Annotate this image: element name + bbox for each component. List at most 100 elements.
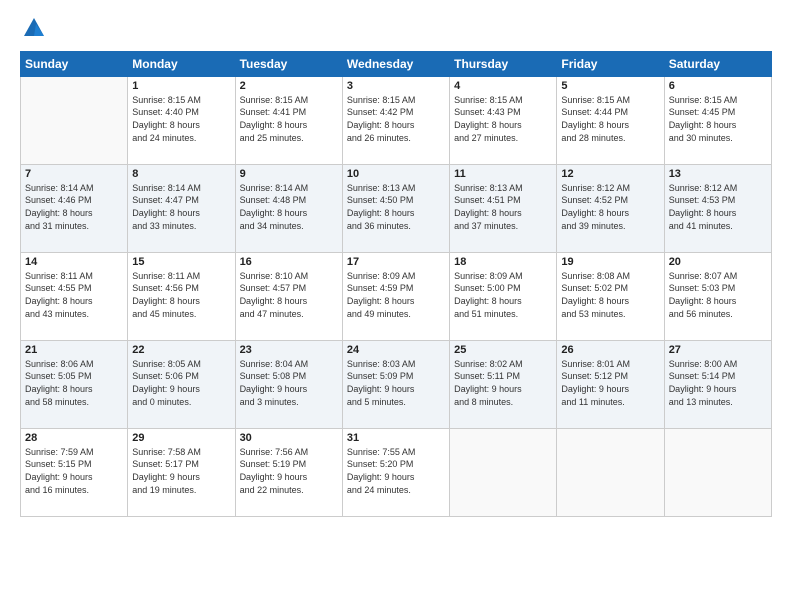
calendar-header-row: SundayMondayTuesdayWednesdayThursdayFrid… <box>21 51 772 76</box>
cell-info: Sunrise: 8:05 AMSunset: 5:06 PMDaylight:… <box>132 358 230 408</box>
calendar-cell <box>557 428 664 516</box>
calendar-cell: 17 Sunrise: 8:09 AMSunset: 4:59 PMDayligh… <box>342 252 449 340</box>
logo-icon <box>22 16 46 40</box>
cell-info: Sunrise: 8:15 AMSunset: 4:43 PMDaylight:… <box>454 94 552 144</box>
cell-info: Sunrise: 8:09 AMSunset: 4:59 PMDaylight:… <box>347 270 445 320</box>
cell-info: Sunrise: 8:12 AMSunset: 4:53 PMDaylight:… <box>669 182 767 232</box>
day-header-saturday: Saturday <box>664 51 771 76</box>
calendar-cell: 3 Sunrise: 8:15 AMSunset: 4:42 PMDaylight… <box>342 76 449 164</box>
day-header-monday: Monday <box>128 51 235 76</box>
day-number: 22 <box>132 344 230 356</box>
calendar-week-row: 1 Sunrise: 8:15 AMSunset: 4:40 PMDaylight… <box>21 76 772 164</box>
cell-info: Sunrise: 8:06 AMSunset: 5:05 PMDaylight:… <box>25 358 123 408</box>
cell-info: Sunrise: 8:15 AMSunset: 4:40 PMDaylight:… <box>132 94 230 144</box>
calendar-week-row: 28Sunrise: 7:59 AMSunset: 5:15 PMDayligh… <box>21 428 772 516</box>
day-number: 15 <box>132 256 230 268</box>
calendar-week-row: 21 Sunrise: 8:06 AMSunset: 5:05 PMDayligh… <box>21 340 772 428</box>
day-number: 3 <box>347 80 445 92</box>
calendar-cell: 18 Sunrise: 8:09 AMSunset: 5:00 PMDayligh… <box>450 252 557 340</box>
day-number: 6 <box>669 80 767 92</box>
cell-info: Sunrise: 8:00 AMSunset: 5:14 PMDaylight:… <box>669 358 767 408</box>
calendar-cell: 19 Sunrise: 8:08 AMSunset: 5:02 PMDayligh… <box>557 252 664 340</box>
cell-info: Sunrise: 8:10 AMSunset: 4:57 PMDaylight:… <box>240 270 338 320</box>
calendar-cell: 16 Sunrise: 8:10 AMSunset: 4:57 PMDayligh… <box>235 252 342 340</box>
calendar-cell: 1 Sunrise: 8:15 AMSunset: 4:40 PMDaylight… <box>128 76 235 164</box>
calendar-cell: 2 Sunrise: 8:15 AMSunset: 4:41 PMDaylight… <box>235 76 342 164</box>
day-number: 13 <box>669 168 767 180</box>
cell-info: Sunrise: 8:14 AMSunset: 4:47 PMDaylight:… <box>132 182 230 232</box>
cell-info: Sunrise: 7:59 AMSunset: 5:15 PMDaylight:… <box>25 446 123 496</box>
cell-info: Sunrise: 8:07 AMSunset: 5:03 PMDaylight:… <box>669 270 767 320</box>
cell-info: Sunrise: 8:04 AMSunset: 5:08 PMDaylight:… <box>240 358 338 408</box>
cell-info: Sunrise: 8:03 AMSunset: 5:09 PMDaylight:… <box>347 358 445 408</box>
day-number: 20 <box>669 256 767 268</box>
calendar-cell: 20 Sunrise: 8:07 AMSunset: 5:03 PMDayligh… <box>664 252 771 340</box>
day-number: 18 <box>454 256 552 268</box>
calendar-cell: 25 Sunrise: 8:02 AMSunset: 5:11 PMDayligh… <box>450 340 557 428</box>
cell-info: Sunrise: 8:12 AMSunset: 4:52 PMDaylight:… <box>561 182 659 232</box>
calendar-cell: 29 Sunrise: 7:58 AMSunset: 5:17 PMDayligh… <box>128 428 235 516</box>
calendar-cell: 28Sunrise: 7:59 AMSunset: 5:15 PMDayligh… <box>21 428 128 516</box>
day-header-sunday: Sunday <box>21 51 128 76</box>
day-number: 27 <box>669 344 767 356</box>
day-number: 23 <box>240 344 338 356</box>
day-number: 29 <box>132 432 230 444</box>
calendar-cell: 8 Sunrise: 8:14 AMSunset: 4:47 PMDaylight… <box>128 164 235 252</box>
day-number: 11 <box>454 168 552 180</box>
cell-info: Sunrise: 8:14 AMSunset: 4:46 PMDaylight:… <box>25 182 123 232</box>
day-number: 31 <box>347 432 445 444</box>
calendar-cell: 7 Sunrise: 8:14 AMSunset: 4:46 PMDaylight… <box>21 164 128 252</box>
calendar-cell: 12Sunrise: 8:12 AMSunset: 4:52 PMDayligh… <box>557 164 664 252</box>
day-number: 1 <box>132 80 230 92</box>
day-number: 17 <box>347 256 445 268</box>
cell-info: Sunrise: 7:55 AMSunset: 5:20 PMDaylight:… <box>347 446 445 496</box>
cell-info: Sunrise: 8:01 AMSunset: 5:12 PMDaylight:… <box>561 358 659 408</box>
calendar-cell: 23 Sunrise: 8:04 AMSunset: 5:08 PMDayligh… <box>235 340 342 428</box>
cell-info: Sunrise: 8:14 AMSunset: 4:48 PMDaylight:… <box>240 182 338 232</box>
cell-info: Sunrise: 8:09 AMSunset: 5:00 PMDaylight:… <box>454 270 552 320</box>
calendar-cell <box>21 76 128 164</box>
calendar-cell: 21 Sunrise: 8:06 AMSunset: 5:05 PMDayligh… <box>21 340 128 428</box>
day-number: 16 <box>240 256 338 268</box>
calendar-cell: 31 Sunrise: 7:55 AMSunset: 5:20 PMDayligh… <box>342 428 449 516</box>
cell-info: Sunrise: 8:13 AMSunset: 4:51 PMDaylight:… <box>454 182 552 232</box>
day-number: 10 <box>347 168 445 180</box>
day-number: 9 <box>240 168 338 180</box>
calendar-cell: 9 Sunrise: 8:14 AMSunset: 4:48 PMDaylight… <box>235 164 342 252</box>
day-number: 2 <box>240 80 338 92</box>
page: SundayMondayTuesdayWednesdayThursdayFrid… <box>0 0 792 612</box>
day-number: 8 <box>132 168 230 180</box>
calendar-cell: 4 Sunrise: 8:15 AMSunset: 4:43 PMDaylight… <box>450 76 557 164</box>
day-header-friday: Friday <box>557 51 664 76</box>
cell-info: Sunrise: 8:15 AMSunset: 4:41 PMDaylight:… <box>240 94 338 144</box>
cell-info: Sunrise: 7:56 AMSunset: 5:19 PMDaylight:… <box>240 446 338 496</box>
calendar-cell: 27 Sunrise: 8:00 AMSunset: 5:14 PMDayligh… <box>664 340 771 428</box>
calendar-cell: 13 Sunrise: 8:12 AMSunset: 4:53 PMDayligh… <box>664 164 771 252</box>
cell-info: Sunrise: 7:58 AMSunset: 5:17 PMDaylight:… <box>132 446 230 496</box>
calendar-cell: 6Sunrise: 8:15 AMSunset: 4:45 PMDaylight… <box>664 76 771 164</box>
cell-info: Sunrise: 8:02 AMSunset: 5:11 PMDaylight:… <box>454 358 552 408</box>
day-number: 25 <box>454 344 552 356</box>
day-number: 26 <box>561 344 659 356</box>
cell-info: Sunrise: 8:15 AMSunset: 4:42 PMDaylight:… <box>347 94 445 144</box>
calendar-cell: 15Sunrise: 8:11 AMSunset: 4:56 PMDayligh… <box>128 252 235 340</box>
day-number: 5 <box>561 80 659 92</box>
calendar-cell <box>450 428 557 516</box>
calendar-cell: 24Sunrise: 8:03 AMSunset: 5:09 PMDayligh… <box>342 340 449 428</box>
day-number: 30 <box>240 432 338 444</box>
calendar-cell: 22 Sunrise: 8:05 AMSunset: 5:06 PMDayligh… <box>128 340 235 428</box>
cell-info: Sunrise: 8:08 AMSunset: 5:02 PMDaylight:… <box>561 270 659 320</box>
day-header-thursday: Thursday <box>450 51 557 76</box>
day-number: 21 <box>25 344 123 356</box>
cell-info: Sunrise: 8:15 AMSunset: 4:44 PMDaylight:… <box>561 94 659 144</box>
calendar-cell: 14Sunrise: 8:11 AMSunset: 4:55 PMDayligh… <box>21 252 128 340</box>
cell-info: Sunrise: 8:11 AMSunset: 4:55 PMDaylight:… <box>25 270 123 320</box>
day-header-tuesday: Tuesday <box>235 51 342 76</box>
day-number: 19 <box>561 256 659 268</box>
day-header-wednesday: Wednesday <box>342 51 449 76</box>
day-number: 7 <box>25 168 123 180</box>
day-number: 4 <box>454 80 552 92</box>
calendar-cell: 11 Sunrise: 8:13 AMSunset: 4:51 PMDayligh… <box>450 164 557 252</box>
cell-info: Sunrise: 8:13 AMSunset: 4:50 PMDaylight:… <box>347 182 445 232</box>
calendar-cell: 26 Sunrise: 8:01 AMSunset: 5:12 PMDayligh… <box>557 340 664 428</box>
